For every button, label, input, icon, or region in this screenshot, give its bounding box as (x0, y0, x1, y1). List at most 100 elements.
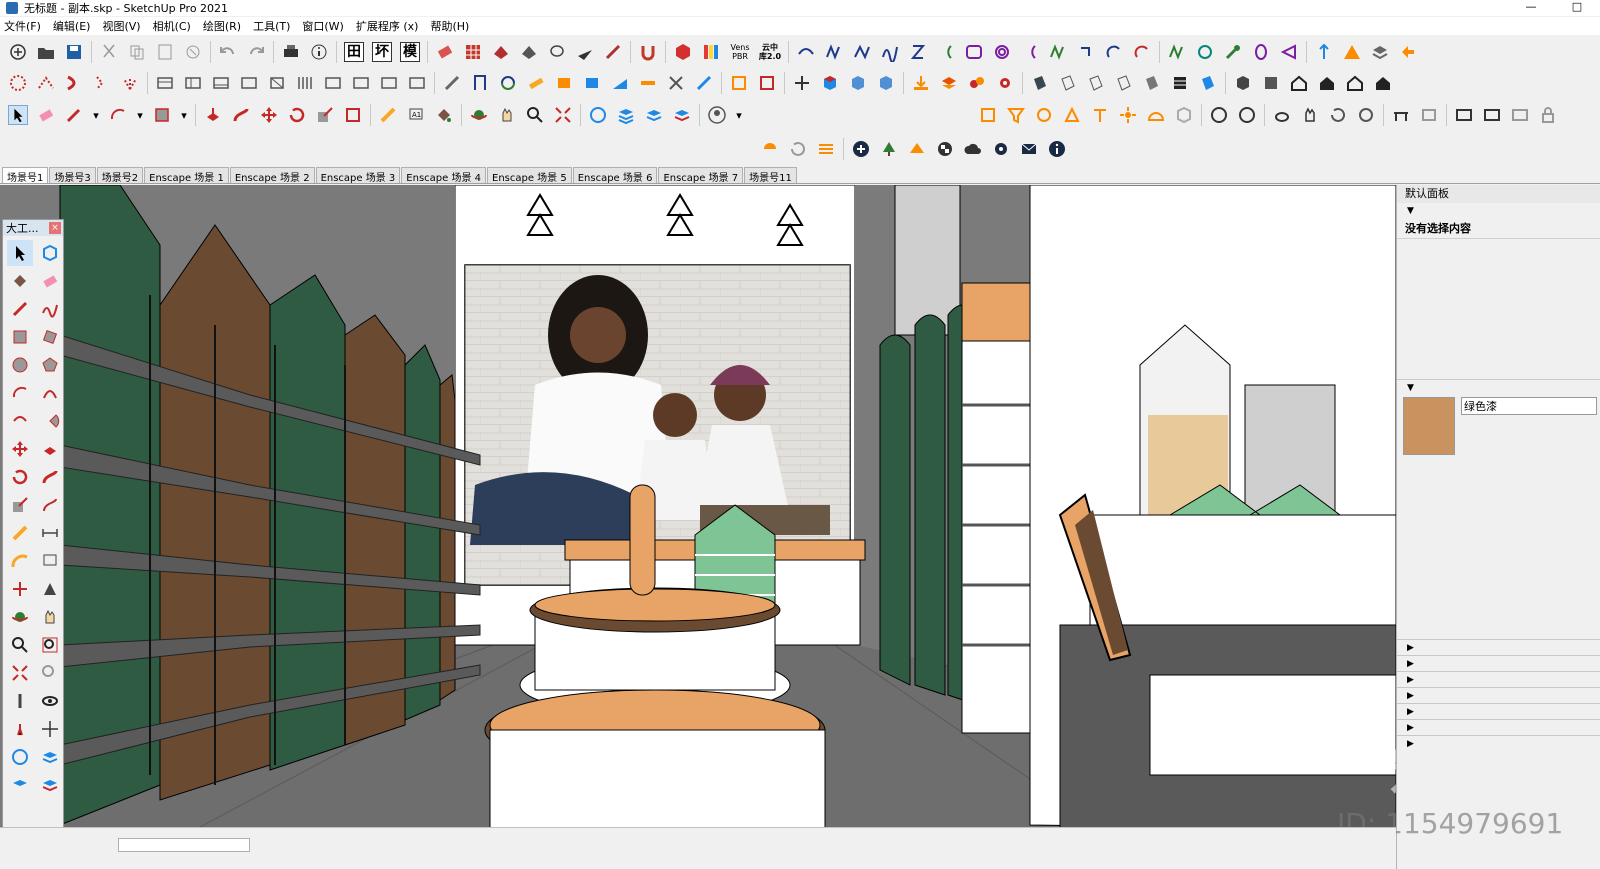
scene-tab[interactable]: Enscape 场景 7 (658, 167, 744, 184)
stair-9-icon[interactable] (379, 73, 399, 93)
wave-green-icon[interactable] (1048, 42, 1068, 62)
mail-icon[interactable] (1019, 139, 1039, 159)
two-point-arc-icon[interactable] (37, 380, 63, 406)
color-palette-icon[interactable] (701, 42, 721, 62)
model-viewport[interactable]: 知末 (0, 185, 1396, 827)
new-file-icon[interactable] (8, 42, 28, 62)
axes-icon[interactable] (792, 73, 812, 93)
toolset-close-button[interactable]: × (49, 222, 61, 234)
spiral-icon[interactable] (992, 42, 1012, 62)
shape-grey-2-icon[interactable] (1142, 73, 1162, 93)
orbit-icon[interactable] (7, 604, 33, 630)
line-tool-icon[interactable] (7, 296, 33, 322)
box-blue-icon[interactable] (582, 73, 602, 93)
lasso-icon[interactable] (547, 42, 567, 62)
teapot-icon[interactable] (1272, 105, 1292, 125)
tape-measure-icon[interactable] (7, 520, 33, 546)
stair-6-icon[interactable] (295, 73, 315, 93)
materials-toggle[interactable]: ▼ (1397, 379, 1600, 395)
scissors-icon[interactable] (666, 73, 686, 93)
redo-icon[interactable] (246, 42, 266, 62)
hex-grey-icon[interactable] (1174, 105, 1194, 125)
eraser-icon[interactable] (36, 105, 56, 125)
scene-tab[interactable]: Enscape 场景 2 (229, 167, 315, 184)
menu-draw[interactable]: 绘图(R) (203, 18, 241, 34)
stair-5-icon[interactable] (267, 73, 287, 93)
arc-tool-icon[interactable] (108, 105, 128, 125)
dot-spline-icon[interactable] (92, 73, 112, 93)
cube-blue-1-icon[interactable] (848, 73, 868, 93)
tray-section-toggle[interactable]: ▶ (1397, 655, 1600, 671)
plane-icon[interactable] (575, 42, 595, 62)
maximize-button[interactable]: □ (1554, 0, 1600, 16)
cloud-upload-icon[interactable] (963, 139, 983, 159)
tray-section-toggle[interactable]: ▶ (1397, 687, 1600, 703)
zoom-extents-icon[interactable] (553, 105, 573, 125)
tray-section-toggle[interactable]: ▶ (1397, 639, 1600, 655)
layers-stack-icon[interactable] (1370, 42, 1390, 62)
print-icon[interactable] (281, 42, 301, 62)
minimize-button[interactable]: — (1508, 0, 1554, 16)
hand-tool-icon[interactable] (1300, 105, 1320, 125)
user-account-icon[interactable] (707, 105, 727, 125)
material-editor-icon[interactable] (907, 139, 927, 159)
slope-icon[interactable] (610, 73, 630, 93)
scene-tab[interactable]: 场景号11 (744, 167, 797, 184)
ellipse-purple-icon[interactable] (1251, 42, 1271, 62)
zoom-window-icon[interactable] (37, 632, 63, 658)
house-2-icon[interactable] (1317, 73, 1337, 93)
entity-info-toggle[interactable]: ▼ (1397, 203, 1600, 219)
chevron-down-icon[interactable]: ▾ (136, 105, 144, 125)
stair-4-icon[interactable] (239, 73, 259, 93)
flag-icon[interactable] (603, 42, 623, 62)
shape-outline-1-icon[interactable] (1058, 73, 1078, 93)
grid-icon[interactable] (463, 42, 483, 62)
scene-tab[interactable]: Enscape 场景 1 (144, 167, 229, 184)
shape-outline-3-icon[interactable] (1114, 73, 1134, 93)
scene-tab[interactable]: Enscape 场景 5 (487, 167, 572, 184)
house-3-icon[interactable] (1345, 73, 1365, 93)
layers-icon[interactable] (644, 105, 664, 125)
ruler-icon[interactable] (526, 73, 546, 93)
pencil-line-icon[interactable] (442, 73, 462, 93)
frame-red-icon[interactable] (757, 73, 777, 93)
eraser-pink-icon[interactable] (435, 42, 455, 62)
look-around-icon[interactable] (37, 688, 63, 714)
rotate-icon[interactable] (287, 105, 307, 125)
settings-gear-icon[interactable] (991, 139, 1011, 159)
arc-red-icon[interactable] (1132, 42, 1152, 62)
extension-stack-icon[interactable] (37, 744, 63, 770)
menu-file[interactable]: 文件(F) (4, 18, 41, 34)
tray-section-toggle[interactable]: ▶ (1397, 719, 1600, 735)
arc-navy-icon[interactable] (1104, 42, 1124, 62)
cube-blue-2-icon[interactable] (876, 73, 896, 93)
scene-tab[interactable]: 场景号3 (49, 167, 96, 184)
add-circle-icon[interactable] (851, 139, 871, 159)
freehand-icon[interactable] (37, 296, 63, 322)
offset-icon[interactable] (37, 492, 63, 518)
measurements-box[interactable] (118, 838, 250, 852)
vray-pbr-label[interactable]: Vens PBR (728, 43, 752, 61)
warehouse-icon[interactable] (588, 105, 608, 125)
extension-warehouse-icon[interactable] (37, 772, 63, 798)
chevron-down-icon[interactable]: ▾ (92, 105, 100, 125)
spline-tool-icon[interactable] (880, 42, 900, 62)
protractor-icon[interactable] (7, 548, 33, 574)
window-3-icon[interactable] (1510, 105, 1530, 125)
table-icon[interactable] (1391, 105, 1411, 125)
erase-icon[interactable] (183, 42, 203, 62)
tree-asset-icon[interactable] (879, 139, 899, 159)
dot-curve-icon[interactable] (64, 73, 84, 93)
orbit-icon[interactable] (469, 105, 489, 125)
follow-me-icon[interactable] (231, 105, 251, 125)
pan-hand-icon[interactable] (37, 604, 63, 630)
select-arrow-icon[interactable] (7, 240, 33, 266)
eraser-icon[interactable] (37, 268, 63, 294)
section-plane-icon[interactable] (978, 105, 998, 125)
loop-arrows-icon[interactable] (498, 73, 518, 93)
model-info-icon[interactable] (309, 42, 329, 62)
cube-red-blue-icon[interactable] (820, 73, 840, 93)
dome-icon[interactable] (1146, 105, 1166, 125)
warehouse-icon[interactable] (7, 744, 33, 770)
menu-edit[interactable]: 编辑(E) (53, 18, 91, 34)
